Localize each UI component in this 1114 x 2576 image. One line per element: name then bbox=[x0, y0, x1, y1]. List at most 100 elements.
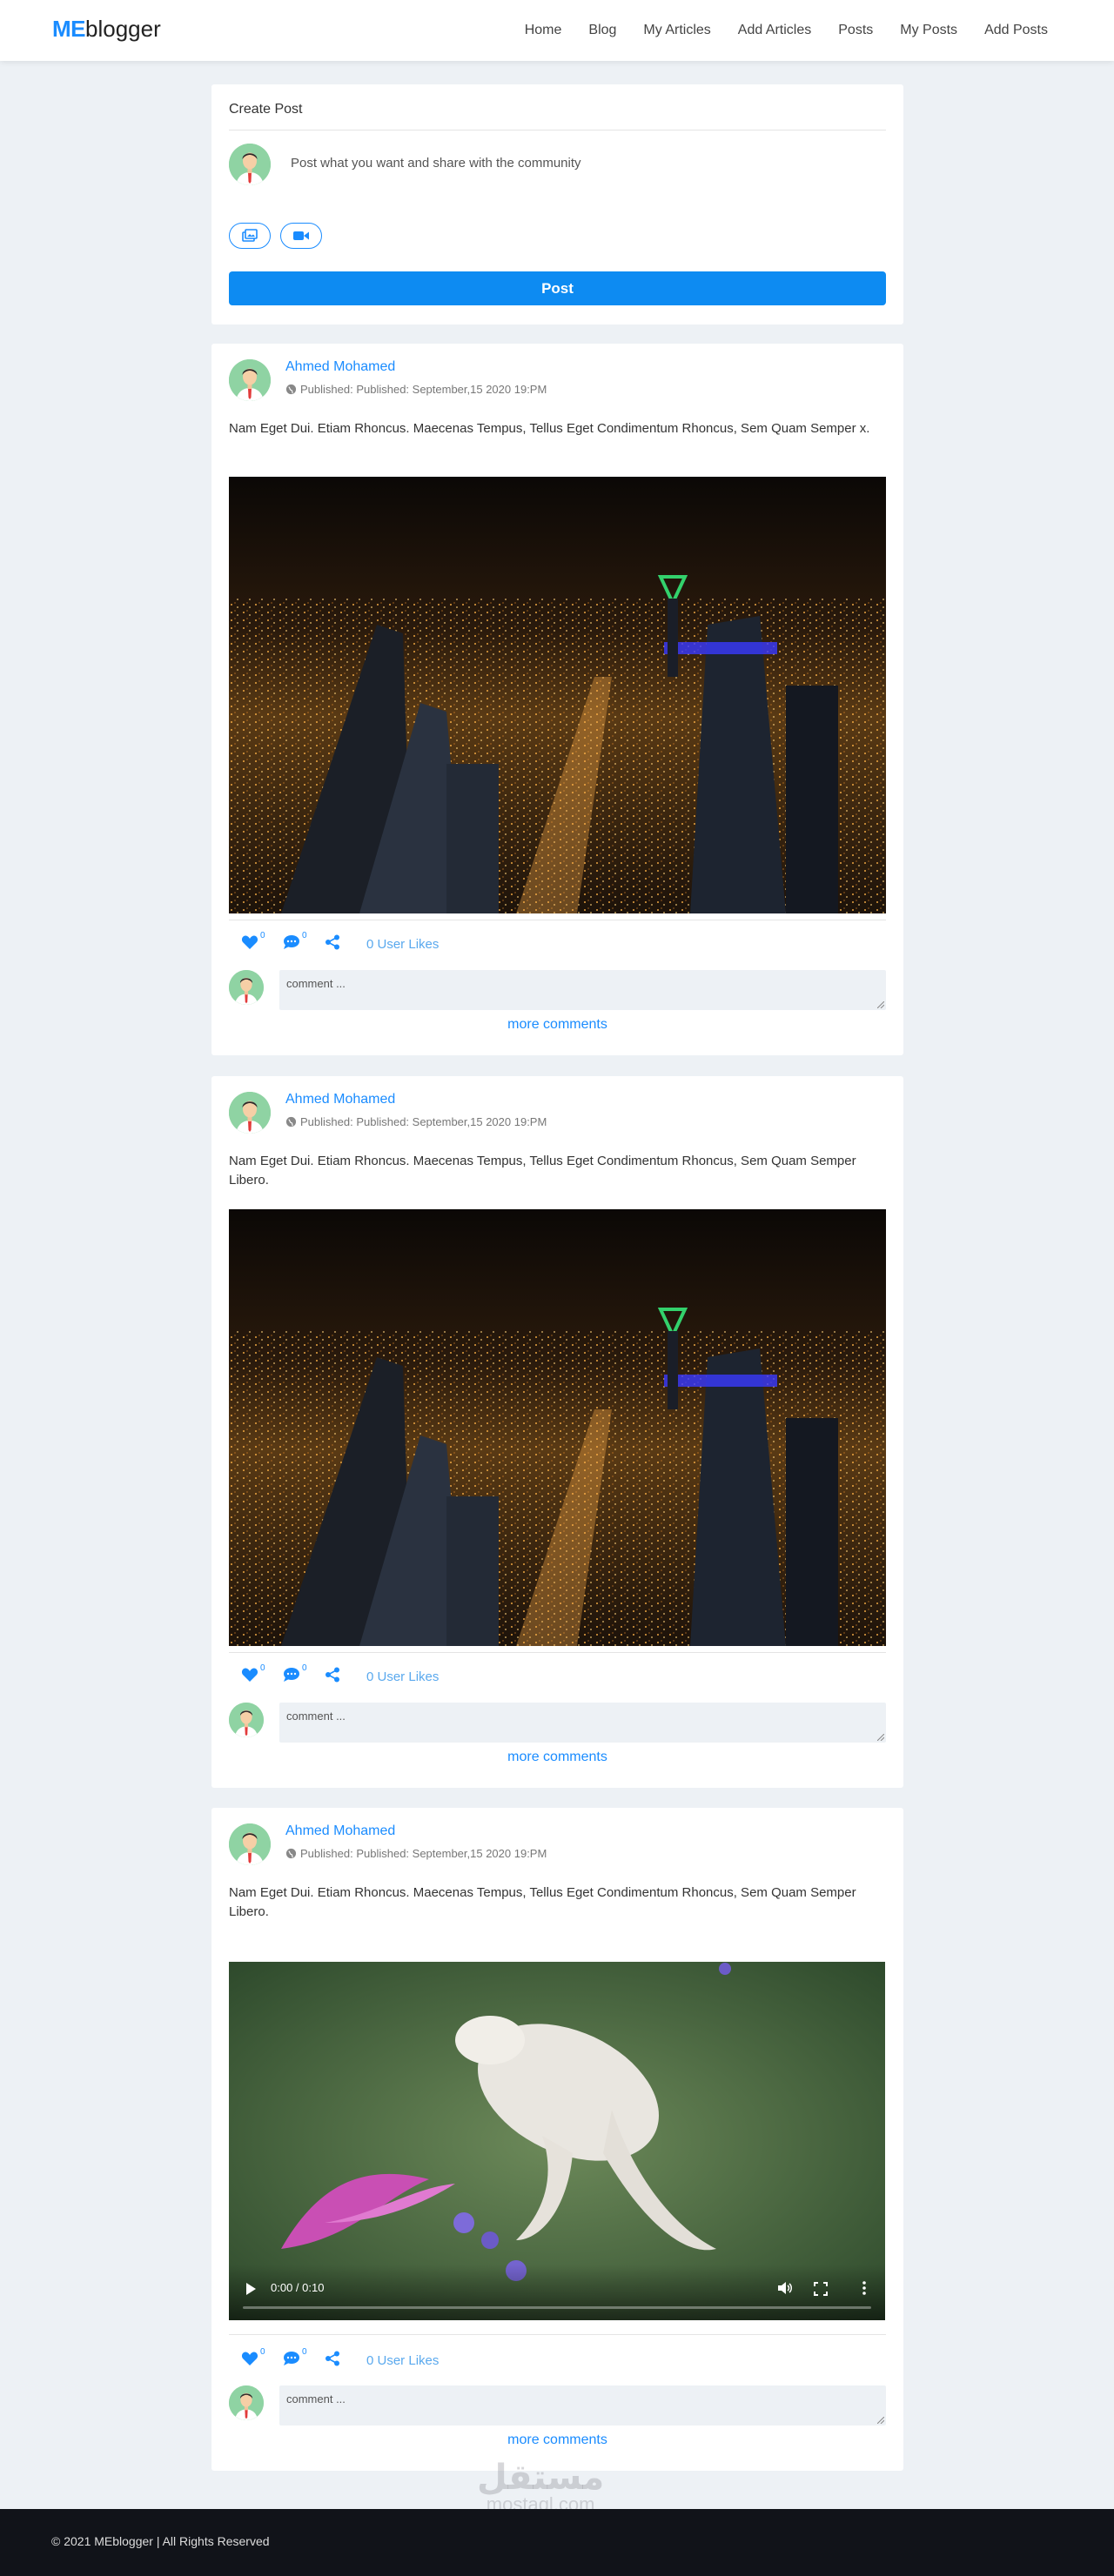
share-icon bbox=[325, 1667, 339, 1683]
video-controls: 0:00 / 0:10 bbox=[229, 2265, 885, 2320]
comment-count: 0 bbox=[302, 2347, 307, 2357]
watermark-arabic: مستقل bbox=[477, 2458, 605, 2498]
resize-handle-icon bbox=[877, 2417, 884, 2424]
globe-icon bbox=[285, 1116, 297, 1127]
brand-prefix: ME bbox=[52, 16, 86, 42]
video-camera-icon bbox=[293, 231, 309, 240]
publish-meta: Published: Published: September,15 2020 … bbox=[285, 1115, 547, 1128]
globe-icon bbox=[285, 384, 297, 395]
like-button[interactable]: 0 bbox=[241, 931, 283, 953]
more-comments-link[interactable]: more comments bbox=[211, 1750, 903, 1765]
post-button[interactable]: Post bbox=[229, 271, 886, 305]
publish-date: Published: Published: September,15 2020 … bbox=[300, 1115, 547, 1128]
comment-button[interactable]: 0 bbox=[283, 1663, 325, 1686]
author-avatar bbox=[229, 359, 271, 401]
user-likes-link[interactable]: 0 User Likes bbox=[366, 2353, 439, 2368]
create-post-title: Create Post bbox=[229, 102, 303, 117]
comment-icon bbox=[284, 1668, 299, 1682]
like-button[interactable]: 0 bbox=[241, 2347, 283, 2370]
like-count: 0 bbox=[260, 2347, 265, 2357]
user-likes-link[interactable]: 0 User Likes bbox=[366, 1669, 439, 1684]
comment-count: 0 bbox=[302, 931, 307, 940]
commenter-avatar bbox=[229, 970, 264, 1005]
post-actions: 0 0 0 User Likes bbox=[241, 1663, 439, 1686]
publish-meta: Published: Published: September,15 2020 … bbox=[285, 383, 547, 396]
comment-input[interactable]: comment ... bbox=[279, 2385, 886, 2425]
user-likes-link[interactable]: 0 User Likes bbox=[366, 937, 439, 952]
user-avatar bbox=[229, 144, 271, 185]
post-card: Ahmed Mohamed Published: Published: Sept… bbox=[211, 1808, 903, 2471]
nav-my-articles[interactable]: My Articles bbox=[643, 23, 710, 38]
post-prompt-input[interactable]: Post what you want and share with the co… bbox=[291, 156, 581, 171]
video-progress-track[interactable] bbox=[243, 2306, 871, 2309]
night-city-image bbox=[229, 477, 886, 913]
divider bbox=[229, 1652, 886, 1653]
share-button[interactable] bbox=[325, 1667, 366, 1686]
nav-home[interactable]: Home bbox=[525, 23, 562, 38]
video-player[interactable]: 0:00 / 0:10 bbox=[229, 1962, 885, 2320]
like-count: 0 bbox=[260, 1663, 265, 1673]
add-photo-button[interactable] bbox=[229, 223, 271, 249]
comment-icon bbox=[284, 2352, 299, 2365]
share-icon bbox=[325, 934, 339, 950]
comment-icon bbox=[284, 935, 299, 949]
more-comments-link[interactable]: more comments bbox=[211, 2432, 903, 2448]
copyright-text: © 2021 MEblogger | All Rights Reserved bbox=[51, 2534, 270, 2548]
video-time: 0:00 / 0:10 bbox=[271, 2281, 325, 2294]
share-button[interactable] bbox=[325, 934, 366, 953]
post-body: Nam Eget Dui. Etiam Rhoncus. Maecenas Te… bbox=[229, 421, 870, 436]
resize-handle-icon bbox=[877, 1001, 884, 1008]
publish-date: Published: Published: September,15 2020 … bbox=[300, 1847, 547, 1860]
post-body: Nam Eget Dui. Etiam Rhoncus. Maecenas Te… bbox=[229, 1885, 856, 1919]
comment-button[interactable]: 0 bbox=[283, 2347, 325, 2370]
author-name[interactable]: Ahmed Mohamed bbox=[285, 1823, 395, 1839]
top-navbar: MEblogger Home Blog My Articles Add Arti… bbox=[0, 0, 1114, 61]
nav-add-articles[interactable]: Add Articles bbox=[738, 23, 811, 38]
nav-blog[interactable]: Blog bbox=[588, 23, 616, 38]
post-image[interactable] bbox=[229, 1209, 886, 1646]
commenter-avatar bbox=[229, 2385, 264, 2420]
comment-input[interactable]: comment ... bbox=[279, 1703, 886, 1743]
nav-add-posts[interactable]: Add Posts bbox=[984, 23, 1048, 38]
globe-icon bbox=[285, 1848, 297, 1859]
post-actions: 0 0 0 User Likes bbox=[241, 931, 439, 953]
image-icon bbox=[242, 229, 258, 242]
heart-icon bbox=[241, 935, 258, 949]
volume-icon[interactable] bbox=[777, 2281, 793, 2295]
add-video-button[interactable] bbox=[280, 223, 322, 249]
like-button[interactable]: 0 bbox=[241, 1663, 283, 1686]
night-city-image bbox=[229, 1209, 886, 1646]
post-actions: 0 0 0 User Likes bbox=[241, 2347, 439, 2370]
fullscreen-icon[interactable] bbox=[814, 2282, 828, 2296]
author-name[interactable]: Ahmed Mohamed bbox=[285, 1092, 395, 1107]
post-card: Ahmed Mohamed Published: Published: Sept… bbox=[211, 1076, 903, 1788]
like-count: 0 bbox=[260, 931, 265, 940]
comment-button[interactable]: 0 bbox=[283, 931, 325, 953]
nav-my-posts[interactable]: My Posts bbox=[900, 23, 957, 38]
comment-count: 0 bbox=[302, 1663, 307, 1673]
divider bbox=[229, 2334, 886, 2335]
more-options-icon[interactable] bbox=[862, 2280, 866, 2296]
author-avatar bbox=[229, 1823, 271, 1865]
play-icon[interactable] bbox=[245, 2282, 257, 2296]
heart-icon bbox=[241, 1668, 258, 1682]
watermark: مستقل mostaql.com bbox=[477, 2460, 604, 2514]
comment-input[interactable]: comment ... bbox=[279, 970, 886, 1010]
nav-posts[interactable]: Posts bbox=[838, 23, 873, 38]
brand-logo[interactable]: MEblogger bbox=[52, 16, 161, 43]
brand-suffix: blogger bbox=[85, 16, 161, 42]
publish-date: Published: Published: September,15 2020 … bbox=[300, 383, 547, 396]
heart-icon bbox=[241, 2352, 258, 2365]
share-button[interactable] bbox=[325, 2351, 366, 2370]
author-name[interactable]: Ahmed Mohamed bbox=[285, 359, 395, 375]
footer: © 2021 MEblogger | All Rights Reserved bbox=[0, 2509, 1114, 2576]
post-image[interactable] bbox=[229, 477, 886, 913]
more-comments-link[interactable]: more comments bbox=[211, 1017, 903, 1033]
commenter-avatar bbox=[229, 1703, 264, 1737]
author-avatar bbox=[229, 1092, 271, 1134]
main-nav: Home Blog My Articles Add Articles Posts… bbox=[525, 0, 1048, 61]
post-body: Nam Eget Dui. Etiam Rhoncus. Maecenas Te… bbox=[229, 1154, 856, 1188]
create-post-card: Create Post Post what you want and share… bbox=[211, 84, 903, 325]
resize-handle-icon bbox=[877, 1734, 884, 1741]
share-icon bbox=[325, 2351, 339, 2366]
